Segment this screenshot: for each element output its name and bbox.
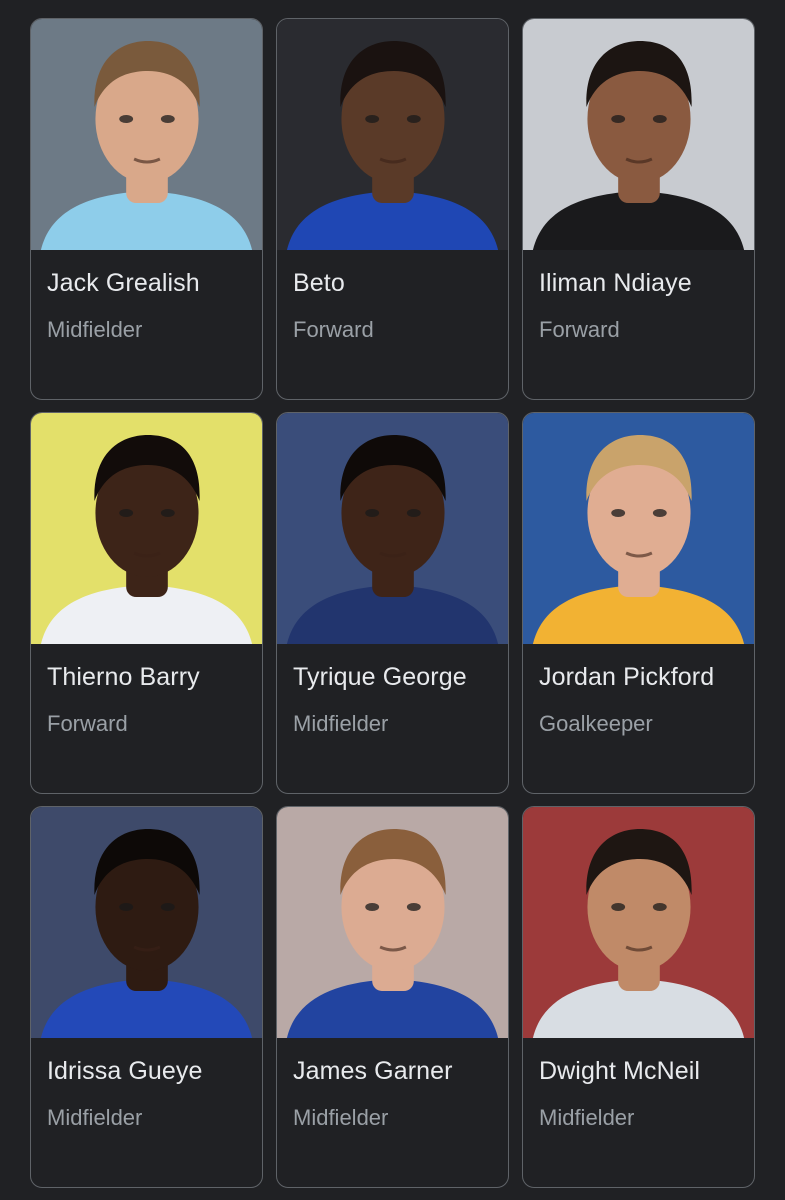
player-name: Beto	[293, 269, 345, 297]
player-name: Tyrique George	[293, 663, 467, 691]
player-position: Forward	[293, 317, 374, 342]
player-position: Midfielder	[293, 1105, 389, 1130]
player-position: Midfielder	[47, 1105, 143, 1130]
headshot-illustration	[523, 19, 754, 250]
player-name: Jordan Pickford	[539, 663, 715, 691]
players-grid: Jack Grealish Midfielder Beto Forward Il…	[30, 18, 755, 1188]
player-photo	[277, 19, 508, 250]
player-photo	[523, 413, 754, 644]
player-position: Forward	[539, 317, 620, 342]
player-position: Midfielder	[47, 317, 143, 342]
headshot-illustration	[523, 807, 754, 1038]
headshot-illustration	[277, 19, 508, 250]
player-position: Goalkeeper	[539, 711, 653, 736]
player-card[interactable]: Iliman Ndiaye Forward	[522, 18, 755, 400]
player-photo	[523, 19, 754, 250]
player-card[interactable]: Jack Grealish Midfielder	[30, 18, 263, 400]
player-card[interactable]: Jordan Pickford Goalkeeper	[522, 412, 755, 794]
player-card[interactable]: James Garner Midfielder	[276, 806, 509, 1188]
player-position: Midfielder	[293, 711, 389, 736]
player-name: James Garner	[293, 1057, 453, 1085]
player-card[interactable]: Beto Forward	[276, 18, 509, 400]
player-name: Idrissa Gueye	[47, 1057, 203, 1085]
player-name: Iliman Ndiaye	[539, 269, 692, 297]
player-photo	[31, 413, 262, 644]
player-position: Forward	[47, 711, 128, 736]
player-photo	[523, 807, 754, 1038]
headshot-illustration	[31, 19, 262, 250]
headshot-illustration	[277, 807, 508, 1038]
player-name: Dwight McNeil	[539, 1057, 701, 1085]
player-position: Midfielder	[539, 1105, 635, 1130]
player-photo	[31, 807, 262, 1038]
player-name: Thierno Barry	[47, 663, 200, 691]
player-card[interactable]: Thierno Barry Forward	[30, 412, 263, 794]
player-photo	[277, 413, 508, 644]
player-photo	[31, 19, 262, 250]
player-photo	[277, 807, 508, 1038]
player-name: Jack Grealish	[47, 269, 200, 297]
headshot-illustration	[523, 413, 754, 644]
headshot-illustration	[31, 413, 262, 644]
player-card[interactable]: Dwight McNeil Midfielder	[522, 806, 755, 1188]
headshot-illustration	[277, 413, 508, 644]
headshot-illustration	[31, 807, 262, 1038]
player-card[interactable]: Idrissa Gueye Midfielder	[30, 806, 263, 1188]
player-card[interactable]: Tyrique George Midfielder	[276, 412, 509, 794]
